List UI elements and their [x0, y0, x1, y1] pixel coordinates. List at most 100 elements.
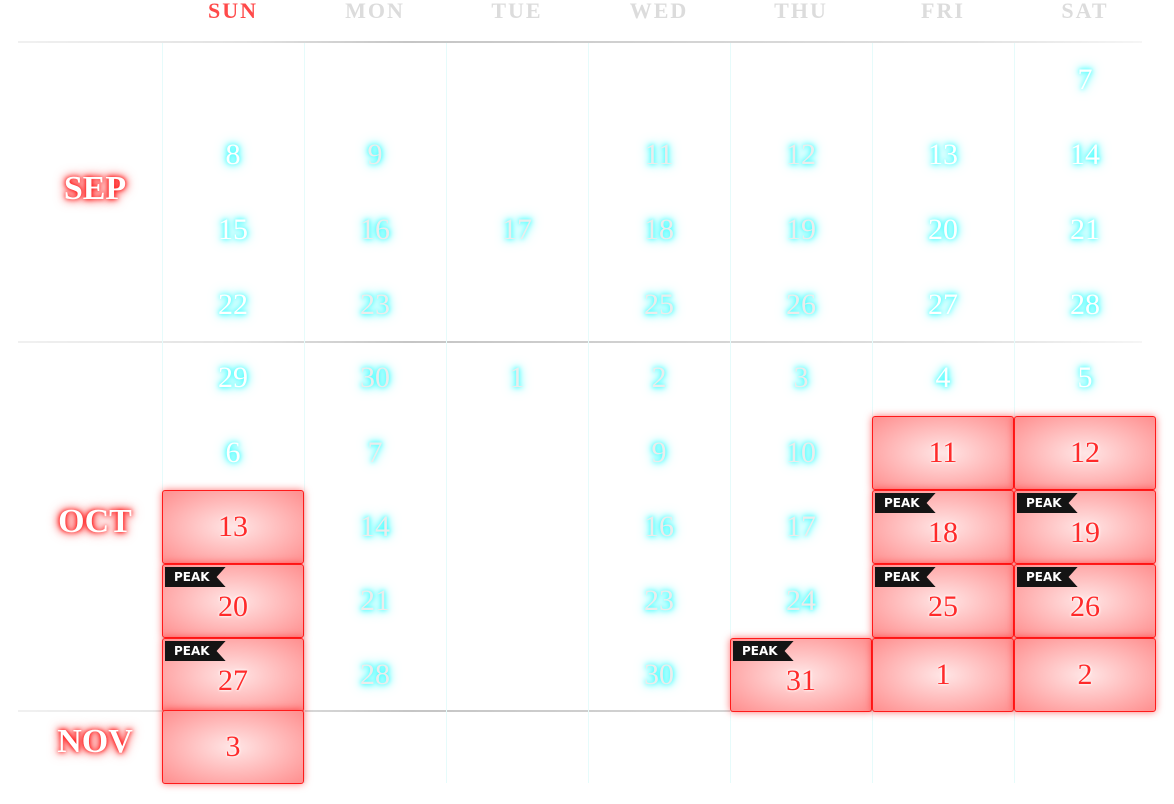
peak-day-cell[interactable]: 31 PEAK [730, 638, 872, 712]
day-cell[interactable]: 13 [872, 118, 1014, 192]
peak-day-cell[interactable]: 19 PEAK [1014, 490, 1156, 564]
day-number: 23 [644, 584, 674, 617]
day-number: 27 [928, 288, 958, 321]
day-cell[interactable]: 14 [304, 490, 446, 564]
day-cell[interactable]: 16 [304, 193, 446, 267]
day-cell[interactable]: 20 [872, 193, 1014, 267]
day-cell[interactable]: 15 [162, 193, 304, 267]
day-cell[interactable]: 3 [162, 710, 304, 784]
day-cell[interactable]: 9 [304, 118, 446, 192]
day-number: 19 [786, 213, 816, 246]
day-cell[interactable]: 14 [1014, 118, 1156, 192]
month-label-nov: NOV [57, 723, 133, 760]
weekday-header-mon: MON [345, 0, 405, 23]
day-cell[interactable]: 3 [730, 341, 872, 415]
day-cell[interactable]: 1 [872, 638, 1014, 712]
peak-badge: PEAK [733, 641, 794, 661]
day-number: 18 [644, 213, 674, 246]
day-cell[interactable]: 30 [304, 341, 446, 415]
day-cell[interactable]: 11 [588, 118, 730, 192]
weekday-header-sat: SAT [1061, 0, 1109, 23]
day-number: 5 [1077, 361, 1093, 394]
day-cell[interactable]: 26 [730, 268, 872, 342]
day-number: 9 [367, 138, 383, 171]
day-cell[interactable]: 7 [304, 416, 446, 490]
day-cell[interactable]: 21 [304, 564, 446, 638]
peak-day-cell[interactable]: 20 PEAK [162, 564, 304, 638]
day-cell[interactable]: 27 [872, 268, 1014, 342]
day-number: 2 [1077, 658, 1093, 691]
day-cell[interactable]: 25 [588, 268, 730, 342]
peak-day-cell[interactable]: 18 PEAK [872, 490, 1014, 564]
day-cell[interactable]: 16 [588, 490, 730, 564]
day-cell[interactable]: 19 [730, 193, 872, 267]
day-cell[interactable]: 12 [730, 118, 872, 192]
weekday-header-tue: TUE [491, 0, 543, 23]
day-number: 13 [928, 138, 958, 171]
weekday-header-wed: WED [629, 0, 689, 23]
month-label-oct: OCT [58, 503, 132, 540]
day-cell[interactable]: 2 [588, 341, 730, 415]
day-cell[interactable]: 11 [872, 416, 1014, 490]
month-label-sep: SEP [63, 170, 127, 207]
day-number: 17 [786, 510, 816, 543]
day-cell[interactable]: 23 [304, 268, 446, 342]
day-cell[interactable]: 28 [304, 638, 446, 712]
day-cell[interactable]: 4 [872, 341, 1014, 415]
day-cell[interactable]: 10 [730, 416, 872, 490]
day-cell[interactable]: 7 [1014, 43, 1156, 117]
peak-badge: PEAK [165, 567, 226, 587]
day-cell[interactable]: 28 [1014, 268, 1156, 342]
day-number: 3 [225, 730, 241, 763]
day-number: 1 [509, 361, 525, 394]
day-cell[interactable]: 6 [162, 416, 304, 490]
day-cell[interactable]: 21 [1014, 193, 1156, 267]
day-number: 16 [360, 213, 390, 246]
day-cell[interactable]: 2 [1014, 638, 1156, 712]
peak-badge: PEAK [875, 493, 936, 513]
day-cell[interactable]: 24 [730, 564, 872, 638]
day-number: 29 [218, 361, 248, 394]
day-number: 23 [360, 288, 390, 321]
day-number: 7 [367, 436, 383, 469]
day-cell[interactable]: 22 [162, 268, 304, 342]
day-number: 22 [218, 288, 248, 321]
day-number: 3 [793, 361, 809, 394]
day-number: 18 [928, 515, 958, 549]
day-cell[interactable]: 29 [162, 341, 304, 415]
day-number: 20 [218, 589, 248, 623]
weekday-header-thu: THU [774, 0, 828, 23]
day-cell[interactable]: 5 [1014, 341, 1156, 415]
peak-badge: PEAK [875, 567, 936, 587]
day-number: 26 [1070, 589, 1100, 623]
weekday-header-fri: FRI [921, 0, 965, 23]
weekday-header-sun: SUN [207, 0, 258, 23]
day-number: 20 [928, 213, 958, 246]
day-cell[interactable]: 1 [446, 341, 588, 415]
peak-day-cell[interactable]: 27 PEAK [162, 638, 304, 712]
day-cell[interactable]: 8 [162, 118, 304, 192]
day-number: 24 [786, 584, 816, 617]
day-number: 31 [786, 663, 816, 697]
day-number: 16 [644, 510, 674, 543]
peak-day-cell[interactable]: 26 PEAK [1014, 564, 1156, 638]
day-number: 12 [786, 138, 816, 171]
day-number: 28 [1070, 288, 1100, 321]
day-cell[interactable]: 18 [588, 193, 730, 267]
day-cell[interactable]: 23 [588, 564, 730, 638]
day-number: 14 [1070, 138, 1100, 171]
day-cell[interactable]: 12 [1014, 416, 1156, 490]
day-number: 9 [651, 436, 667, 469]
peak-badge: PEAK [165, 641, 226, 661]
peak-day-cell[interactable]: 25 PEAK [872, 564, 1014, 638]
day-cell[interactable]: 9 [588, 416, 730, 490]
day-number: 11 [928, 436, 958, 469]
day-cell[interactable]: 13 [162, 490, 304, 564]
day-cell[interactable]: 30 [588, 638, 730, 712]
day-cell[interactable]: 17 [730, 490, 872, 564]
peak-badge: PEAK [1017, 493, 1078, 513]
day-cell[interactable]: 17 [446, 193, 588, 267]
day-number: 7 [1077, 63, 1093, 96]
day-number: 8 [225, 138, 241, 171]
day-number: 1 [935, 658, 951, 691]
